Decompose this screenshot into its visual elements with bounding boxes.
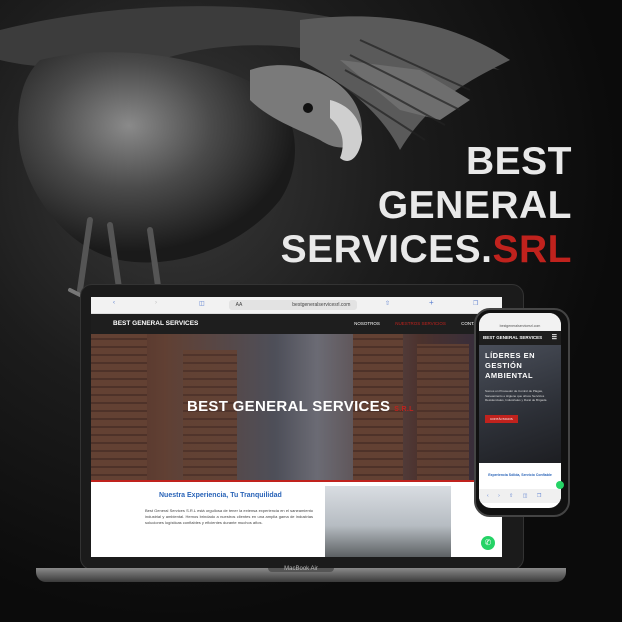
headline-line-2: GENERAL [377,184,572,227]
address-bar[interactable]: AA bestgeneralservicesrl.com [229,300,357,310]
site-nav-links: NOSOTROS NUESTROS SERVICIOS CONTACTO [340,321,486,326]
phone-toolbar: ‹ › ⇧ ◫ ❐ [479,489,561,503]
headline-line-3: SERVICES.SRL [281,228,572,272]
phone-whatsapp-icon[interactable] [556,481,564,489]
headline-srl: SRL [492,228,572,271]
phone-back-icon[interactable]: ‹ [487,493,489,499]
sidebar-icon[interactable]: ◫ [199,300,205,307]
macbook-label: MacBook Air [284,566,318,572]
site-brand[interactable]: BEST GENERAL SERVICES [113,320,198,327]
phone-content: Experiencia Sólida, Servicio Confiable ‹… [479,463,561,503]
phone-hero-text: Somos un Proveedor de Control de Plagas,… [485,389,547,402]
nav-link-nosotros[interactable]: NOSOTROS [354,321,380,326]
url-text: bestgeneralservicesrl.com [292,302,351,308]
hero-title: BEST GENERAL SERVICES S.R.L [187,398,414,415]
tabs-icon[interactable]: ❐ [473,300,478,307]
phone-section-title: Experiencia Sólida, Servicio Confiable [488,473,552,477]
phone-address-bar[interactable]: bestgeneralservicesrl.com [479,313,561,331]
headline-line-1: BEST [465,140,572,183]
laptop-screen: ‹ › ◫ AA bestgeneralservicesrl.com ⇧ + ❐ … [91,297,502,557]
section-image [325,486,451,557]
back-icon[interactable]: ‹ [113,300,115,306]
browser-toolbar: ‹ › ◫ AA bestgeneralservicesrl.com ⇧ + ❐ [91,297,502,314]
phone-bookmarks-icon[interactable]: ◫ [523,493,528,499]
text-size-button[interactable]: AA [236,302,243,308]
section-text: Best General Services S.R.L está orgullo… [145,508,313,525]
content-section: Nuestra Experiencia, Tu Tranquilidad Bes… [91,482,502,557]
brand-headline: BEST GENERAL SERVICES.SRL [281,140,572,272]
phone-navbar: BEST GENERAL SERVICES ☰ [479,331,561,345]
phone-hero-title: LÍDERES EN GESTIÓN AMBIENTAL [485,351,536,380]
section-title: Nuestra Experiencia, Tu Tranquilidad [159,492,282,499]
phone-tabs-icon[interactable]: ❐ [537,493,541,499]
phone-hero: LÍDERES EN GESTIÓN AMBIENTAL Somos un Pr… [479,345,561,463]
phone-screen: bestgeneralservicesrl.com BEST GENERAL S… [479,313,561,508]
hero-suffix: S.R.L [394,406,414,413]
share-icon[interactable]: ⇧ [385,300,390,307]
hero-title-text: BEST GENERAL SERVICES [187,398,391,415]
phone-share-icon[interactable]: ⇧ [509,493,513,499]
site-navbar: BEST GENERAL SERVICES NOSOTROS NUESTROS … [91,314,502,334]
menu-icon[interactable]: ☰ [552,331,557,345]
nav-link-servicios[interactable]: NUESTROS SERVICIOS [395,321,446,326]
forward-icon[interactable]: › [155,300,157,306]
headline-services: SERVICES. [280,228,493,271]
hero-banner: BEST GENERAL SERVICES S.R.L [91,334,502,482]
phone-forward-icon[interactable]: › [498,493,500,499]
phone-brand[interactable]: BEST GENERAL SERVICES [483,335,542,340]
phone-contact-button[interactable]: CONTÁCTANOS [485,415,518,423]
whatsapp-icon[interactable]: ✆ [481,536,495,550]
new-tab-icon[interactable]: + [429,298,434,307]
